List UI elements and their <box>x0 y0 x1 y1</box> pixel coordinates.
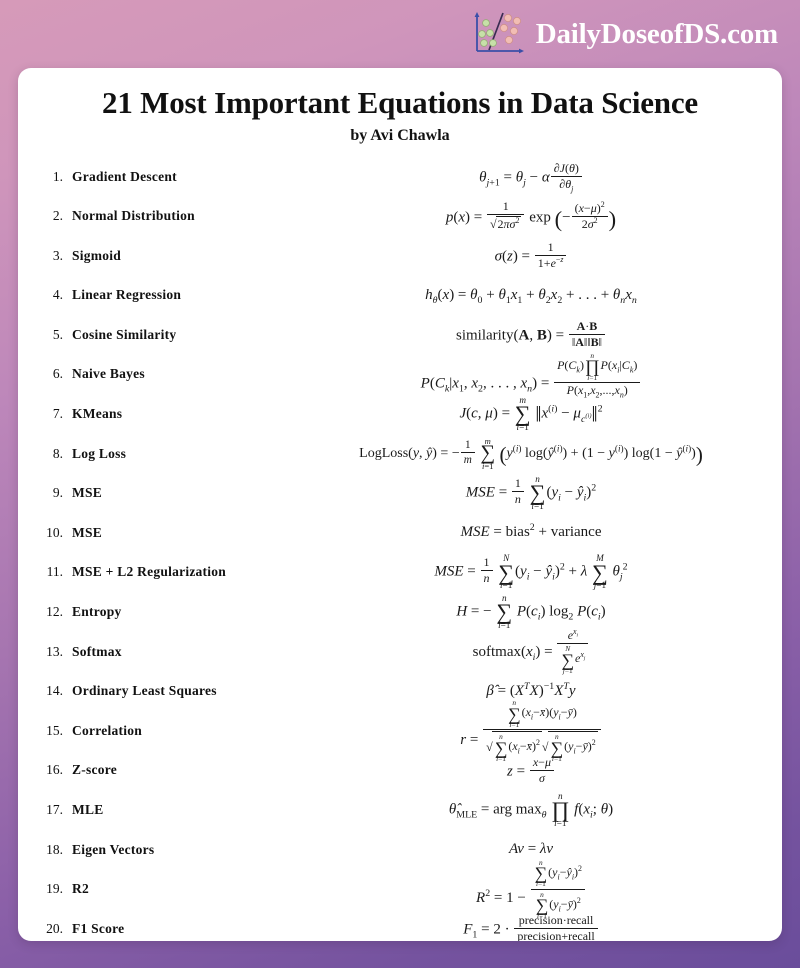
list-item: 1. Gradient Descent θj+1 = θj − α ∂J(θ) ∂θ… <box>28 157 772 197</box>
equation-formula: H = − n ∑ i=1 P(ci) log2 P(ci) <box>456 593 606 630</box>
equation-formula: MSE = bias2 + variance <box>460 522 602 541</box>
list-item: 4. Linear Regression hθ(x) = θ0 + θ1x1 +… <box>28 276 772 316</box>
equation-label: R2 <box>72 881 89 897</box>
equation-label: Softmax <box>72 643 122 659</box>
list-item: 20. F1 Score F1 = 2 · precision·recall pr… <box>28 909 772 941</box>
equation-formula: hθ(x) = θ0 + θ1x1 + θ2x2 + . . . + θnxn <box>425 286 637 306</box>
equation-formula: P(Ck|x1, x2, . . . , xn) = P(Ck) n ∏ i=1 P(x… <box>290 352 772 399</box>
equation-label: Cosine Similarity <box>72 326 177 342</box>
equation-formula: p(x) = 1 √2πσ2 exp (− (x−μ)2 2σ2) <box>445 198 617 232</box>
equation-formula: r = n ∑ i=1 (xi−x̄)(yi−ȳ) √ n ∑ i=1 (xi−x̄)2 √ n ∑ i… <box>290 699 772 762</box>
list-item: 5. Cosine Similarity similarity(A, B) = … <box>28 315 772 355</box>
equation-number: 15. <box>46 722 63 738</box>
equation-label: Sigmoid <box>72 247 122 263</box>
equation-number: 1. <box>52 168 63 184</box>
equation-number: 8. <box>52 445 63 461</box>
equation-number: 14. <box>46 683 63 699</box>
equation-formula: Av = λv <box>508 841 554 858</box>
byline: by Avi Chawla <box>350 126 450 144</box>
list-item: 15. Correlation r = n ∑ i=1 (xi−x̄)(yi−ȳ) √ n… <box>28 699 772 762</box>
list-item: 17. MLE θ̂MLE = arg maxθ n ∏ i=1 f(xi; θ) <box>28 790 772 830</box>
equation-formula: θ̂MLE = arg maxθ n ∏ i=1 f(xi; θ) <box>448 790 614 828</box>
equation-label: Ordinary Least Squares <box>72 683 217 699</box>
equation-number: 7. <box>52 406 63 422</box>
equation-label: Normal Distribution <box>72 208 195 224</box>
list-item: 2. Normal Distribution p(x) = 1 √2πσ2 exp… <box>28 196 772 236</box>
document-card: 21 Most Important Equations in Data Scie… <box>18 68 782 941</box>
equation-label: Correlation <box>72 722 142 738</box>
equation-formula: MSE = 1n N ∑ i=1 (yi − ŷi)2 + λ M ∑ j=1 θj2 <box>434 553 628 591</box>
list-item: 9. MSE MSE = 1n n ∑ i=1 (yi − ŷi)2 <box>28 473 772 513</box>
equation-label: MSE <box>72 524 103 540</box>
equation-formula: similarity(A, B) = A·B ‖A‖‖B‖ <box>290 320 772 349</box>
equation-number: 5. <box>52 326 63 342</box>
equation-number: 20. <box>46 920 63 936</box>
equation-label: Gradient Descent <box>72 168 177 184</box>
equation-number: 4. <box>52 287 63 303</box>
equation-number: 19. <box>46 881 63 897</box>
list-item: 10. MSE MSE = bias2 + variance <box>28 513 772 553</box>
equation-formula: z = x−μ σ <box>290 755 772 785</box>
equation-label: KMeans <box>72 406 123 422</box>
equation-label: MSE <box>72 485 103 501</box>
list-item: 8. Log Loss LogLoss(y, ŷ) = −1 m m ∑ i=1 (y… <box>28 434 772 474</box>
equation-number: 10. <box>46 524 63 540</box>
equation-number: 9. <box>52 485 63 501</box>
equation-label: MSE + L2 Regularization <box>72 564 227 580</box>
page-title: 21 Most Important Equations in Data Scie… <box>102 85 698 120</box>
equation-label: F1 Score <box>72 920 125 936</box>
equation-number: 12. <box>46 604 63 620</box>
list-item: 16. Z-score z = x−μ σ <box>28 751 772 791</box>
equation-number: 13. <box>46 643 63 659</box>
equation-formula: σ(z) = 1 1+e−z <box>290 241 772 270</box>
equation-formula: softmax(xi) = exi N ∑ j=1 exj <box>290 628 772 674</box>
brand-name: DailyDoseofDS.com <box>535 17 778 50</box>
list-item: 3. Sigmoid σ(z) = 1 1+e−z <box>28 236 772 276</box>
list-item: 13. Softmax softmax(xi) = exi N ∑ j=1 exj <box>28 628 772 674</box>
brand[interactable]: DailyDoseofDS.com <box>469 10 778 58</box>
equation-formula: F1 = 2 · precision·recall precision+recal… <box>290 914 772 941</box>
list-item: 7. KMeans J(c, μ) = m ∑ i=1 ‖x(i) − μc(i)‖… <box>28 394 772 434</box>
equation-number: 16. <box>46 762 63 778</box>
equation-number: 11. <box>46 564 63 580</box>
equation-formula: LogLoss(y, ŷ) = −1 m m ∑ i=1 (y(i) log(ŷ(i)… <box>359 435 703 471</box>
equation-label: Z-score <box>72 762 117 778</box>
equation-label: Linear Regression <box>72 287 182 303</box>
equation-number: 3. <box>52 247 63 263</box>
equation-label: Naive Bayes <box>72 366 145 382</box>
equation-formula: θj+1 = θj − α ∂J(θ) ∂θj <box>290 162 772 193</box>
equation-formula: MSE = 1n n ∑ i=1 (yi − ŷi)2 <box>465 474 597 512</box>
equation-number: 18. <box>46 841 63 857</box>
list-item: 6. Naive Bayes P(Ck|x1, x2, . . . , xn) … <box>28 352 772 399</box>
equation-label: Eigen Vectors <box>72 841 155 857</box>
equation-label: MLE <box>72 802 104 818</box>
scatter-plot-classifier-icon <box>469 10 527 58</box>
equation-number: 2. <box>52 208 63 224</box>
page-header: DailyDoseofDS.com <box>0 0 800 68</box>
list-item: 12. Entropy H = − n ∑ i=1 P(ci) log2 P(ci) <box>28 592 772 632</box>
equation-label: Entropy <box>72 604 122 620</box>
list-item: 19. R2 R2 = 1 − n ∑ i=1 (yi−ŷi)2 n ∑ i=1 (yi−ȳ)… <box>28 859 772 920</box>
equation-formula: R2 = 1 − n ∑ i=1 (yi−ŷi)2 n ∑ i=1 (yi−ȳ)2 <box>290 859 772 920</box>
equation-number: 6. <box>52 366 63 382</box>
list-item: 11. MSE + L2 Regularization MSE = 1n N ∑ i… <box>28 553 772 593</box>
equation-number: 17. <box>46 802 63 818</box>
equation-formula: J(c, μ) = m ∑ i=1 ‖x(i) − μc(i)‖2 <box>459 395 603 432</box>
equation-formula: β̂ = (XTX)−1XTy <box>486 680 576 699</box>
equation-label: Log Loss <box>72 445 127 461</box>
equation-list: 1. Gradient Descent θj+1 = θj − α ∂J(θ) ∂θ… <box>28 157 772 941</box>
